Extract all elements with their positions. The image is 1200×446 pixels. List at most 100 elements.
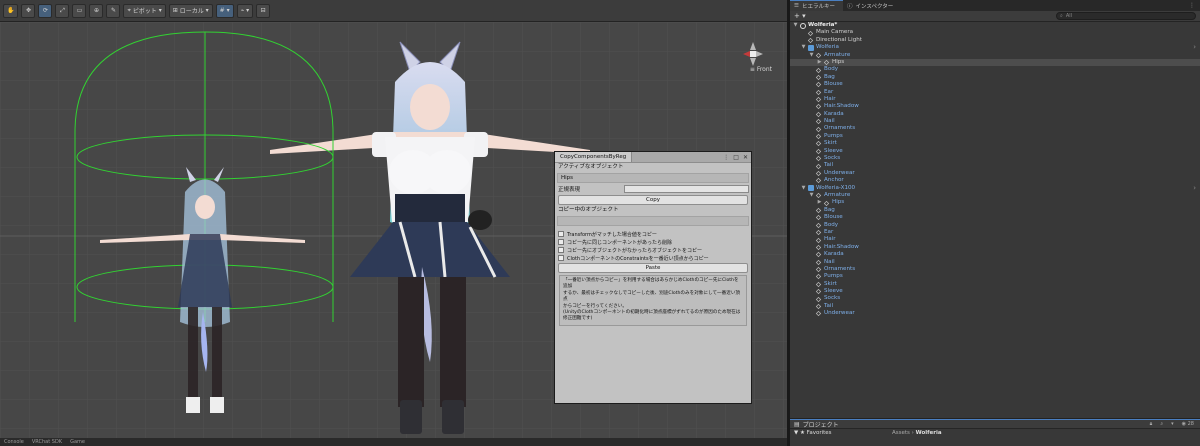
hierarchy-row[interactable]: Socks: [790, 295, 1200, 302]
expand-arrow-icon[interactable]: ▼: [808, 52, 815, 59]
option-remove-same[interactable]: コピー先に同じコンポーネントがあったら削除: [555, 238, 751, 246]
hierarchy-row[interactable]: Socks: [790, 155, 1200, 162]
filter-icon[interactable]: ▾: [1171, 421, 1174, 427]
hierarchy-row[interactable]: Body: [790, 66, 1200, 73]
scale-tool-button[interactable]: ⤢: [55, 3, 70, 18]
breadcrumb-current[interactable]: Wolferia: [916, 430, 942, 436]
custom-tool-button[interactable]: ✎: [106, 3, 121, 18]
hierarchy-row[interactable]: Anchor: [790, 177, 1200, 184]
hierarchy-row[interactable]: Underwear: [790, 170, 1200, 177]
option-copy-object[interactable]: コピー先にオブジェクトがなかったらオブジェクトをコピー: [555, 246, 751, 254]
panel-menu-icon[interactable]: ⋮: [1189, 0, 1200, 11]
hierarchy-row[interactable]: Skirt: [790, 281, 1200, 288]
option-cloth-constraints[interactable]: ClothコンポーネントのConstraintsを一番近い頂点からコピー: [555, 254, 751, 262]
expand-arrow-icon[interactable]: ▼: [792, 22, 799, 29]
hierarchy-row[interactable]: Main Camera: [790, 29, 1200, 36]
checkbox[interactable]: [558, 247, 564, 253]
hierarchy-row[interactable]: ▶ Hips: [790, 58, 1200, 67]
hierarchy-row[interactable]: Blouse: [790, 214, 1200, 221]
hierarchy-row[interactable]: Ear: [790, 89, 1200, 96]
scene-view[interactable]: ✋ ✥ ⟳ ⤢ ▭ ⊕ ✎ ⌖ ピボット ▾ ⊞ ローカル ▾ # ▾ ⌁ ▾ …: [0, 0, 787, 446]
grid-toggle[interactable]: # ▾: [215, 3, 234, 18]
hierarchy-row[interactable]: Hair: [790, 96, 1200, 103]
active-object-heading: アクティブなオブジェクト: [558, 164, 624, 170]
project-tab-label[interactable]: プロジェクト: [803, 420, 839, 429]
checkbox[interactable]: [558, 231, 564, 237]
hierarchy-row[interactable]: Skirt: [790, 140, 1200, 147]
hierarchy-row[interactable]: Sleeve: [790, 288, 1200, 295]
maximize-icon[interactable]: □: [733, 154, 739, 161]
hierarchy-row-label: Ear: [824, 88, 834, 95]
rotate-tool-button[interactable]: ⟳: [38, 3, 53, 18]
tab-inspector[interactable]: ⓘ インスペクター: [843, 0, 901, 11]
transform-tool-button[interactable]: ⊕: [89, 3, 104, 18]
prefab-open-chevron-icon[interactable]: ›: [1193, 43, 1196, 51]
rect-tool-button[interactable]: ▭: [72, 3, 87, 18]
hierarchy-row[interactable]: Ornaments: [790, 125, 1200, 132]
add-button[interactable]: + ▾: [794, 12, 806, 20]
hierarchy-row[interactable]: ▼ Wolferia*: [790, 22, 1200, 29]
hierarchy-row[interactable]: ▼ Wolferia ›: [790, 43, 1200, 51]
tab-game[interactable]: Game: [70, 439, 85, 445]
hierarchy-row[interactable]: Directional Light: [790, 37, 1200, 44]
hand-tool-button[interactable]: ✋: [3, 3, 19, 18]
local-toggle[interactable]: ⊞ ローカル ▾: [168, 3, 213, 18]
hierarchy-row[interactable]: Tail: [790, 162, 1200, 169]
hierarchy-row[interactable]: Karada: [790, 111, 1200, 118]
expand-arrow-icon[interactable]: ▼: [800, 185, 807, 192]
window-tab[interactable]: CopyComponentsByReg: [555, 152, 633, 162]
hierarchy-row[interactable]: Ornaments: [790, 266, 1200, 273]
expand-arrow-icon[interactable]: ▶: [816, 59, 823, 66]
breadcrumb-root[interactable]: Assets: [892, 430, 910, 436]
checkbox[interactable]: [558, 255, 564, 261]
snap-toggle[interactable]: ⌁ ▾: [236, 3, 254, 18]
hierarchy-search[interactable]: ⌕ All: [1056, 12, 1196, 20]
increment-snap-button[interactable]: ⊟: [256, 3, 271, 18]
hierarchy-row[interactable]: Blouse: [790, 81, 1200, 88]
tab-hierarchy[interactable]: ☰ ヒエラルキー: [790, 0, 843, 11]
expand-arrow-icon[interactable]: ▶: [816, 199, 823, 206]
hierarchy-row[interactable]: Pumps: [790, 273, 1200, 280]
hierarchy-row[interactable]: Sleeve: [790, 148, 1200, 155]
close-icon[interactable]: ✕: [743, 154, 748, 161]
hierarchy-row[interactable]: Bag: [790, 74, 1200, 81]
option-transform[interactable]: Transformがマッチした場合値をコピー: [555, 230, 751, 238]
hierarchy-row[interactable]: Body: [790, 222, 1200, 229]
hierarchy-row[interactable]: Hair: [790, 236, 1200, 243]
window-titlebar[interactable]: CopyComponentsByReg ⋮ □ ✕: [555, 152, 751, 163]
regex-input[interactable]: [624, 185, 749, 193]
copy-button[interactable]: Copy: [558, 195, 748, 205]
hierarchy-row[interactable]: ▼ Armature: [790, 192, 1200, 199]
favorites-item[interactable]: ▼ ★ Favorites: [790, 430, 890, 436]
tab-vrchat-sdk[interactable]: VRChat SDK: [32, 439, 62, 445]
window-menu-icon[interactable]: ⋮: [723, 154, 729, 161]
grid-icon: #: [219, 7, 225, 14]
hierarchy-row[interactable]: Ear: [790, 229, 1200, 236]
gameobject-icon: [815, 311, 822, 317]
hierarchy-row[interactable]: Hair.Shadow: [790, 244, 1200, 251]
expand-arrow-icon[interactable]: ▼: [800, 44, 807, 51]
paste-button[interactable]: Paste: [558, 263, 748, 273]
hierarchy-row[interactable]: ▼ Wolferia-X100 ›: [790, 184, 1200, 192]
hierarchy-row[interactable]: Bag: [790, 207, 1200, 214]
view-mode-label[interactable]: ≡ Front: [750, 66, 772, 73]
hierarchy-row[interactable]: Hair.Shadow: [790, 103, 1200, 110]
hierarchy-row[interactable]: Tail: [790, 303, 1200, 310]
hierarchy-row[interactable]: Nail: [790, 118, 1200, 125]
hierarchy-row[interactable]: Pumps: [790, 133, 1200, 140]
hierarchy-row[interactable]: Underwear: [790, 310, 1200, 317]
pivot-toggle[interactable]: ⌖ ピボット ▾: [123, 3, 166, 18]
lock-icon[interactable]: 🔒︎: [1150, 421, 1153, 427]
hierarchy-row[interactable]: Nail: [790, 259, 1200, 266]
hierarchy-row[interactable]: ▶ Hips: [790, 199, 1200, 206]
hierarchy-row[interactable]: Karada: [790, 251, 1200, 258]
checkbox[interactable]: [558, 239, 564, 245]
tab-console[interactable]: Console: [4, 439, 24, 445]
move-tool-button[interactable]: ✥: [21, 3, 36, 18]
expand-arrow-icon[interactable]: ▼: [808, 192, 815, 199]
hierarchy-row[interactable]: ▼ Armature: [790, 52, 1200, 59]
hierarchy-row-label: Blouse: [824, 81, 843, 88]
prefab-open-chevron-icon[interactable]: ›: [1193, 184, 1196, 192]
hierarchy-row-label: Nail: [824, 258, 835, 265]
search-icon[interactable]: ⌕: [1160, 421, 1163, 427]
